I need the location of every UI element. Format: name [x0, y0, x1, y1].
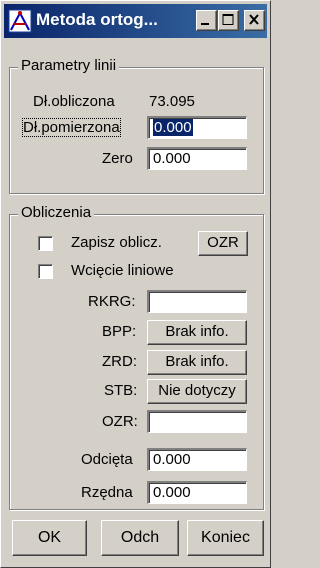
rzedna-label: Rzędna — [81, 484, 133, 501]
maximize-button[interactable] — [218, 10, 239, 31]
zero-label: Zero — [102, 150, 133, 167]
zrd-button[interactable]: Brak info. — [147, 350, 247, 375]
maximize-icon — [222, 14, 234, 25]
zero-field[interactable]: 0.000 — [147, 147, 247, 170]
odch-button[interactable]: Odch — [101, 520, 179, 556]
obliczenia-legend: Obliczenia — [18, 204, 95, 221]
dl-obliczona-value: 73.095 — [149, 93, 195, 110]
dl-pomierzona-field[interactable]: 0.000 — [147, 116, 247, 139]
zero-value: 0.000 — [153, 150, 191, 167]
stb-button[interactable]: Nie dotyczy — [147, 379, 247, 404]
wciecie-checkbox[interactable] — [38, 264, 53, 279]
dl-pomierzona-label: Dł.pomierzona — [22, 118, 121, 137]
rzedna-field[interactable]: 0.000 — [147, 481, 247, 504]
stb-label: STB: — [104, 382, 138, 399]
dl-obliczona-label: Dł.obliczona — [33, 93, 115, 110]
zrd-label: ZRD: — [102, 353, 137, 370]
odcieta-field[interactable]: 0.000 — [147, 448, 247, 471]
zapisz-label[interactable]: Zapisz oblicz. — [71, 234, 162, 251]
parametry-legend: Parametry linii — [18, 57, 120, 74]
bpp-button[interactable]: Brak info. — [147, 320, 247, 345]
zapisz-checkbox[interactable] — [38, 236, 53, 251]
close-button[interactable] — [244, 10, 265, 31]
minimize-button[interactable] — [196, 10, 217, 31]
ok-button[interactable]: OK — [12, 520, 87, 556]
bpp-label: BPP: — [102, 323, 137, 340]
odcieta-value: 0.000 — [153, 451, 191, 468]
koniec-button[interactable]: Koniec — [187, 520, 264, 556]
wciecie-label[interactable]: Wcięcie liniowe — [71, 262, 174, 279]
app-icon — [8, 9, 32, 33]
odcieta-label: Odcięta — [81, 451, 133, 468]
dialog-window: Metoda ortog... Parametry linii Dł.oblic… — [0, 0, 271, 568]
dl-pomierzona-value: 0.000 — [153, 119, 193, 136]
title-bar[interactable]: Metoda ortog... — [4, 4, 267, 38]
close-icon — [249, 14, 259, 25]
rkrg-field[interactable] — [147, 290, 247, 313]
ozr-label: OZR: — [102, 413, 138, 430]
rkrg-label: RKRG: — [88, 293, 136, 310]
window-title: Metoda ortog... — [36, 10, 158, 29]
ozr-button[interactable]: OZR — [198, 231, 248, 256]
minimize-icon — [201, 23, 209, 25]
rzedna-value: 0.000 — [153, 484, 191, 501]
ozr-field[interactable] — [147, 410, 247, 433]
